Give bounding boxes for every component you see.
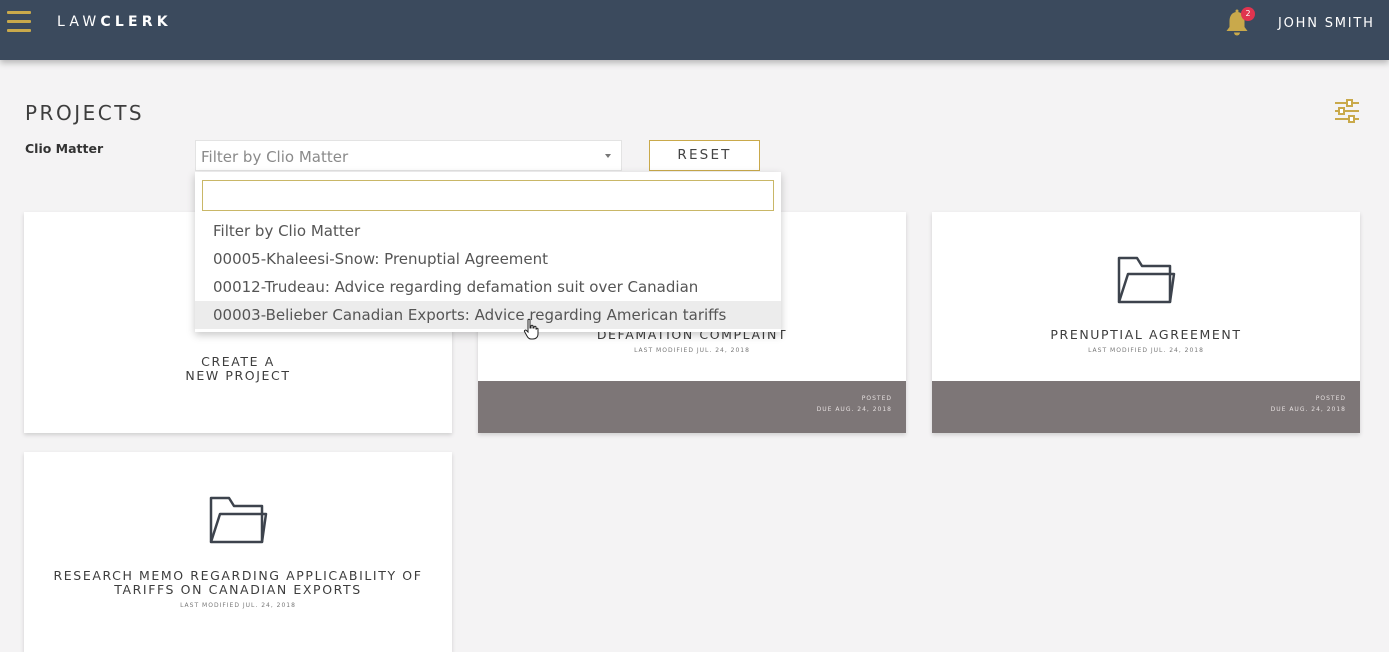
status-label: POSTED <box>1315 395 1346 402</box>
pointer-cursor-icon <box>523 318 539 340</box>
project-title-line2: TARIFFS ON CANADIAN EXPORTS <box>114 582 362 597</box>
dropdown-option[interactable]: 00005-Khaleesi-Snow: Prenuptial Agreemen… <box>195 245 781 273</box>
clio-matter-select[interactable]: Filter by Clio Matter <box>195 140 622 171</box>
folder-icon <box>1117 256 1176 304</box>
clio-matter-dropdown: Filter by Clio Matter 00005-Khaleesi-Sno… <box>195 172 781 332</box>
project-title: PRENUPTIAL AGREEMENT <box>1050 327 1242 342</box>
create-project-line2: NEW PROJECT <box>185 368 291 383</box>
dropdown-option[interactable]: Filter by Clio Matter <box>195 217 781 245</box>
top-navigation-bar: LAWCLERK 2 JOHN SMITH <box>0 0 1389 60</box>
folder-icon <box>209 496 268 544</box>
card-footer: POSTED DUE AUG. 24, 2018 <box>932 381 1360 433</box>
select-placeholder: Filter by Clio Matter <box>201 148 349 166</box>
project-card-research-memo[interactable]: RESEARCH MEMO REGARDING APPLICABILITY OF… <box>24 452 452 652</box>
due-date: DUE AUG. 24, 2018 <box>1270 406 1346 413</box>
menu-icon[interactable] <box>7 11 31 33</box>
last-modified: LAST MODIFIED JUL. 24, 2018 <box>1088 347 1204 354</box>
clio-matter-label: Clio Matter <box>25 141 104 156</box>
dropdown-option-highlighted[interactable]: 00003-Belieber Canadian Exports: Advice … <box>195 301 781 329</box>
reset-button[interactable]: RESET <box>649 140 760 171</box>
filter-settings-icon[interactable] <box>1333 98 1361 124</box>
dropdown-search-input[interactable] <box>202 180 774 211</box>
chevron-down-icon <box>605 154 611 158</box>
last-modified: LAST MODIFIED JUL. 24, 2018 <box>634 347 750 354</box>
page-title: PROJECTS <box>25 101 145 125</box>
dropdown-option[interactable]: 00012-Trudeau: Advice regarding defamati… <box>195 273 781 301</box>
notification-badge: 2 <box>1241 7 1255 21</box>
user-menu[interactable]: JOHN SMITH <box>1278 16 1375 31</box>
project-title-line1: RESEARCH MEMO REGARDING APPLICABILITY OF <box>53 568 423 583</box>
due-date: DUE AUG. 24, 2018 <box>816 406 892 413</box>
create-project-line1: CREATE A <box>201 354 275 369</box>
last-modified: LAST MODIFIED JUL. 24, 2018 <box>180 602 296 609</box>
card-footer: POSTED DUE AUG. 24, 2018 <box>478 381 906 433</box>
project-card-prenup[interactable]: PRENUPTIAL AGREEMENT LAST MODIFIED JUL. … <box>932 212 1360 433</box>
status-label: POSTED <box>861 395 892 402</box>
brand-logo[interactable]: LAWCLERK <box>57 14 172 30</box>
